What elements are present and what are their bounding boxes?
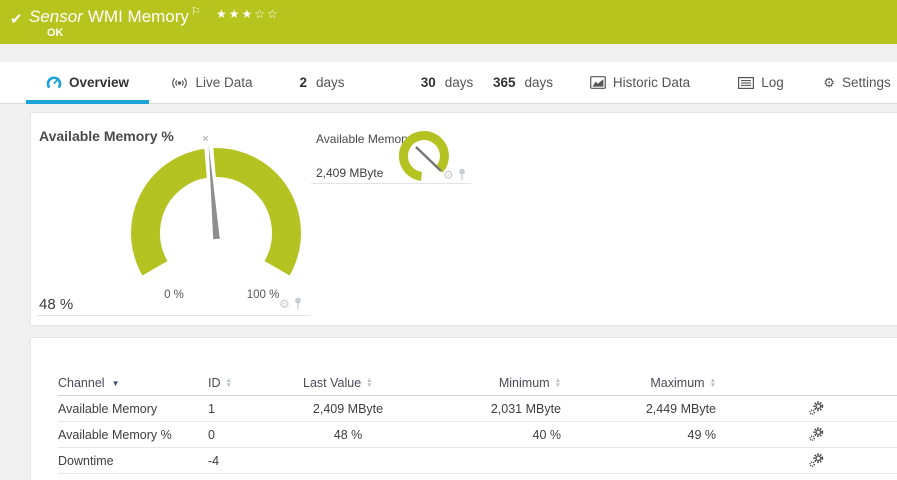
channel-settings-icon[interactable] [796,427,836,442]
tab-overview-label: Overview [68,75,130,90]
channel-settings-icon[interactable] [796,453,836,468]
column-header-last-value[interactable]: Last Value ▲ ▼ [303,376,393,390]
page-title: Sensor WMI Memory ⚐ [29,6,201,27]
channel-name: Available Memory % [58,427,172,442]
channel-maximum: 49 % [687,427,717,442]
channels-panel: Channel ▼ ID ▲ ▼ Last Value ▲ ▼ Minimum ▲ ▼… [30,337,897,480]
channel-minimum: 2,031 MByte [490,401,561,416]
tab-settings-label: Settings [841,75,891,90]
channel-name: Downtime [58,453,114,468]
sort-updown-icon: ▲ ▼ [709,377,716,389]
tab-2-days-label: days [315,75,345,90]
tab-live-data-label: Live Data [195,75,253,90]
gauge-scale-min: 0 % [164,289,184,301]
pin-icon[interactable] [293,297,303,310]
tab-live-data[interactable]: Live Data [163,62,261,103]
gauge-cell-divider [311,183,471,184]
primary-gauge-value: 48 % [39,296,74,313]
broadcast-icon [172,77,188,88]
secondary-gauge-title: Available Memory [316,132,412,146]
ok-check-icon: ✔ [10,11,23,28]
tab-bar: Overview Live Data 2 days 30 days 365 da… [0,62,897,104]
channels-table: Channel ▼ ID ▲ ▼ Last Value ▲ ▼ Minimum ▲ ▼… [31,371,897,474]
priority-stars[interactable]: ★★★☆☆ [216,7,280,21]
tab-overview[interactable]: Overview [26,62,149,104]
gauge-settings-icon[interactable]: ⚙ [279,298,290,310]
table-header-row: Channel ▼ ID ▲ ▼ Last Value ▲ ▼ Minimum ▲ ▼… [58,371,897,396]
channel-last-value: 48 % [333,427,363,442]
sort-updown-icon: ▲ ▼ [225,377,232,389]
sort-caret-icon: ▼ [111,378,120,388]
gauge-settings-icon[interactable]: ⚙ [443,169,454,181]
sensor-type-label: Sensor [29,7,83,26]
primary-gauge [131,135,301,276]
sensor-name: WMI Memory [87,7,189,26]
column-header-maximum[interactable]: Maximum ▲ ▼ [561,376,716,390]
secondary-gauge-value: 2,409 MByte [316,166,384,180]
tab-settings[interactable]: ⚙ Settings [823,62,891,103]
channel-maximum: 2,449 MByte [645,401,716,416]
channel-name: Available Memory [58,401,158,416]
tab-log-label: Log [761,75,784,90]
log-list-icon [738,76,755,89]
status-badge: OK [47,27,64,39]
flag-icon[interactable]: ⚐ [191,6,201,18]
gauge-cell-divider [37,315,311,316]
channel-id: -4 [208,453,220,468]
tab-2-days[interactable]: 2 days [291,62,353,103]
tab-365-days-number: 365 [492,75,516,90]
channel-last-value: 2,409 MByte [312,401,384,416]
table-row: Downtime -4 [58,448,897,474]
gauge-icon [46,75,62,88]
column-header-id[interactable]: ID ▲ ▼ [208,376,303,390]
tab-365-days[interactable]: 365 days [483,62,563,103]
channel-id: 1 [208,401,215,416]
channel-minimum: 40 % [532,427,562,442]
column-header-channel[interactable]: Channel ▼ [58,376,208,390]
column-header-minimum[interactable]: Minimum ▲ ▼ [393,376,561,390]
gauges-panel: Available Memory % 0 % 100 % 48 % ⚙ Avai… [30,112,897,326]
table-row: Available Memory 1 2,409 MByte 2,031 MBy… [58,396,897,422]
prtg-sensor-page: ✔ Sensor WMI Memory ⚐ ★★★☆☆ OK Overview Li… [0,0,897,480]
tab-2-days-number: 2 [299,75,307,90]
tab-30-days[interactable]: 30 days [413,62,481,103]
tab-365-days-label: days [524,75,554,90]
channel-id: 0 [208,427,215,442]
tab-log[interactable]: Log [734,62,788,103]
sensor-status-bar: ✔ Sensor WMI Memory ⚐ ★★★☆☆ OK [0,0,897,44]
pin-icon[interactable] [457,168,467,181]
tab-30-days-label: days [444,75,474,90]
chart-icon [589,76,606,89]
settings-gear-icon: ⚙ [823,75,835,90]
tab-30-days-number: 30 [420,75,436,90]
channel-settings-icon[interactable] [796,401,836,416]
tab-historic-data[interactable]: Historic Data [588,62,692,103]
tab-historic-data-label: Historic Data [612,75,691,90]
sort-updown-icon: ▲ ▼ [366,377,373,389]
table-row: Available Memory % 0 48 % 40 % 49 % [58,422,897,448]
